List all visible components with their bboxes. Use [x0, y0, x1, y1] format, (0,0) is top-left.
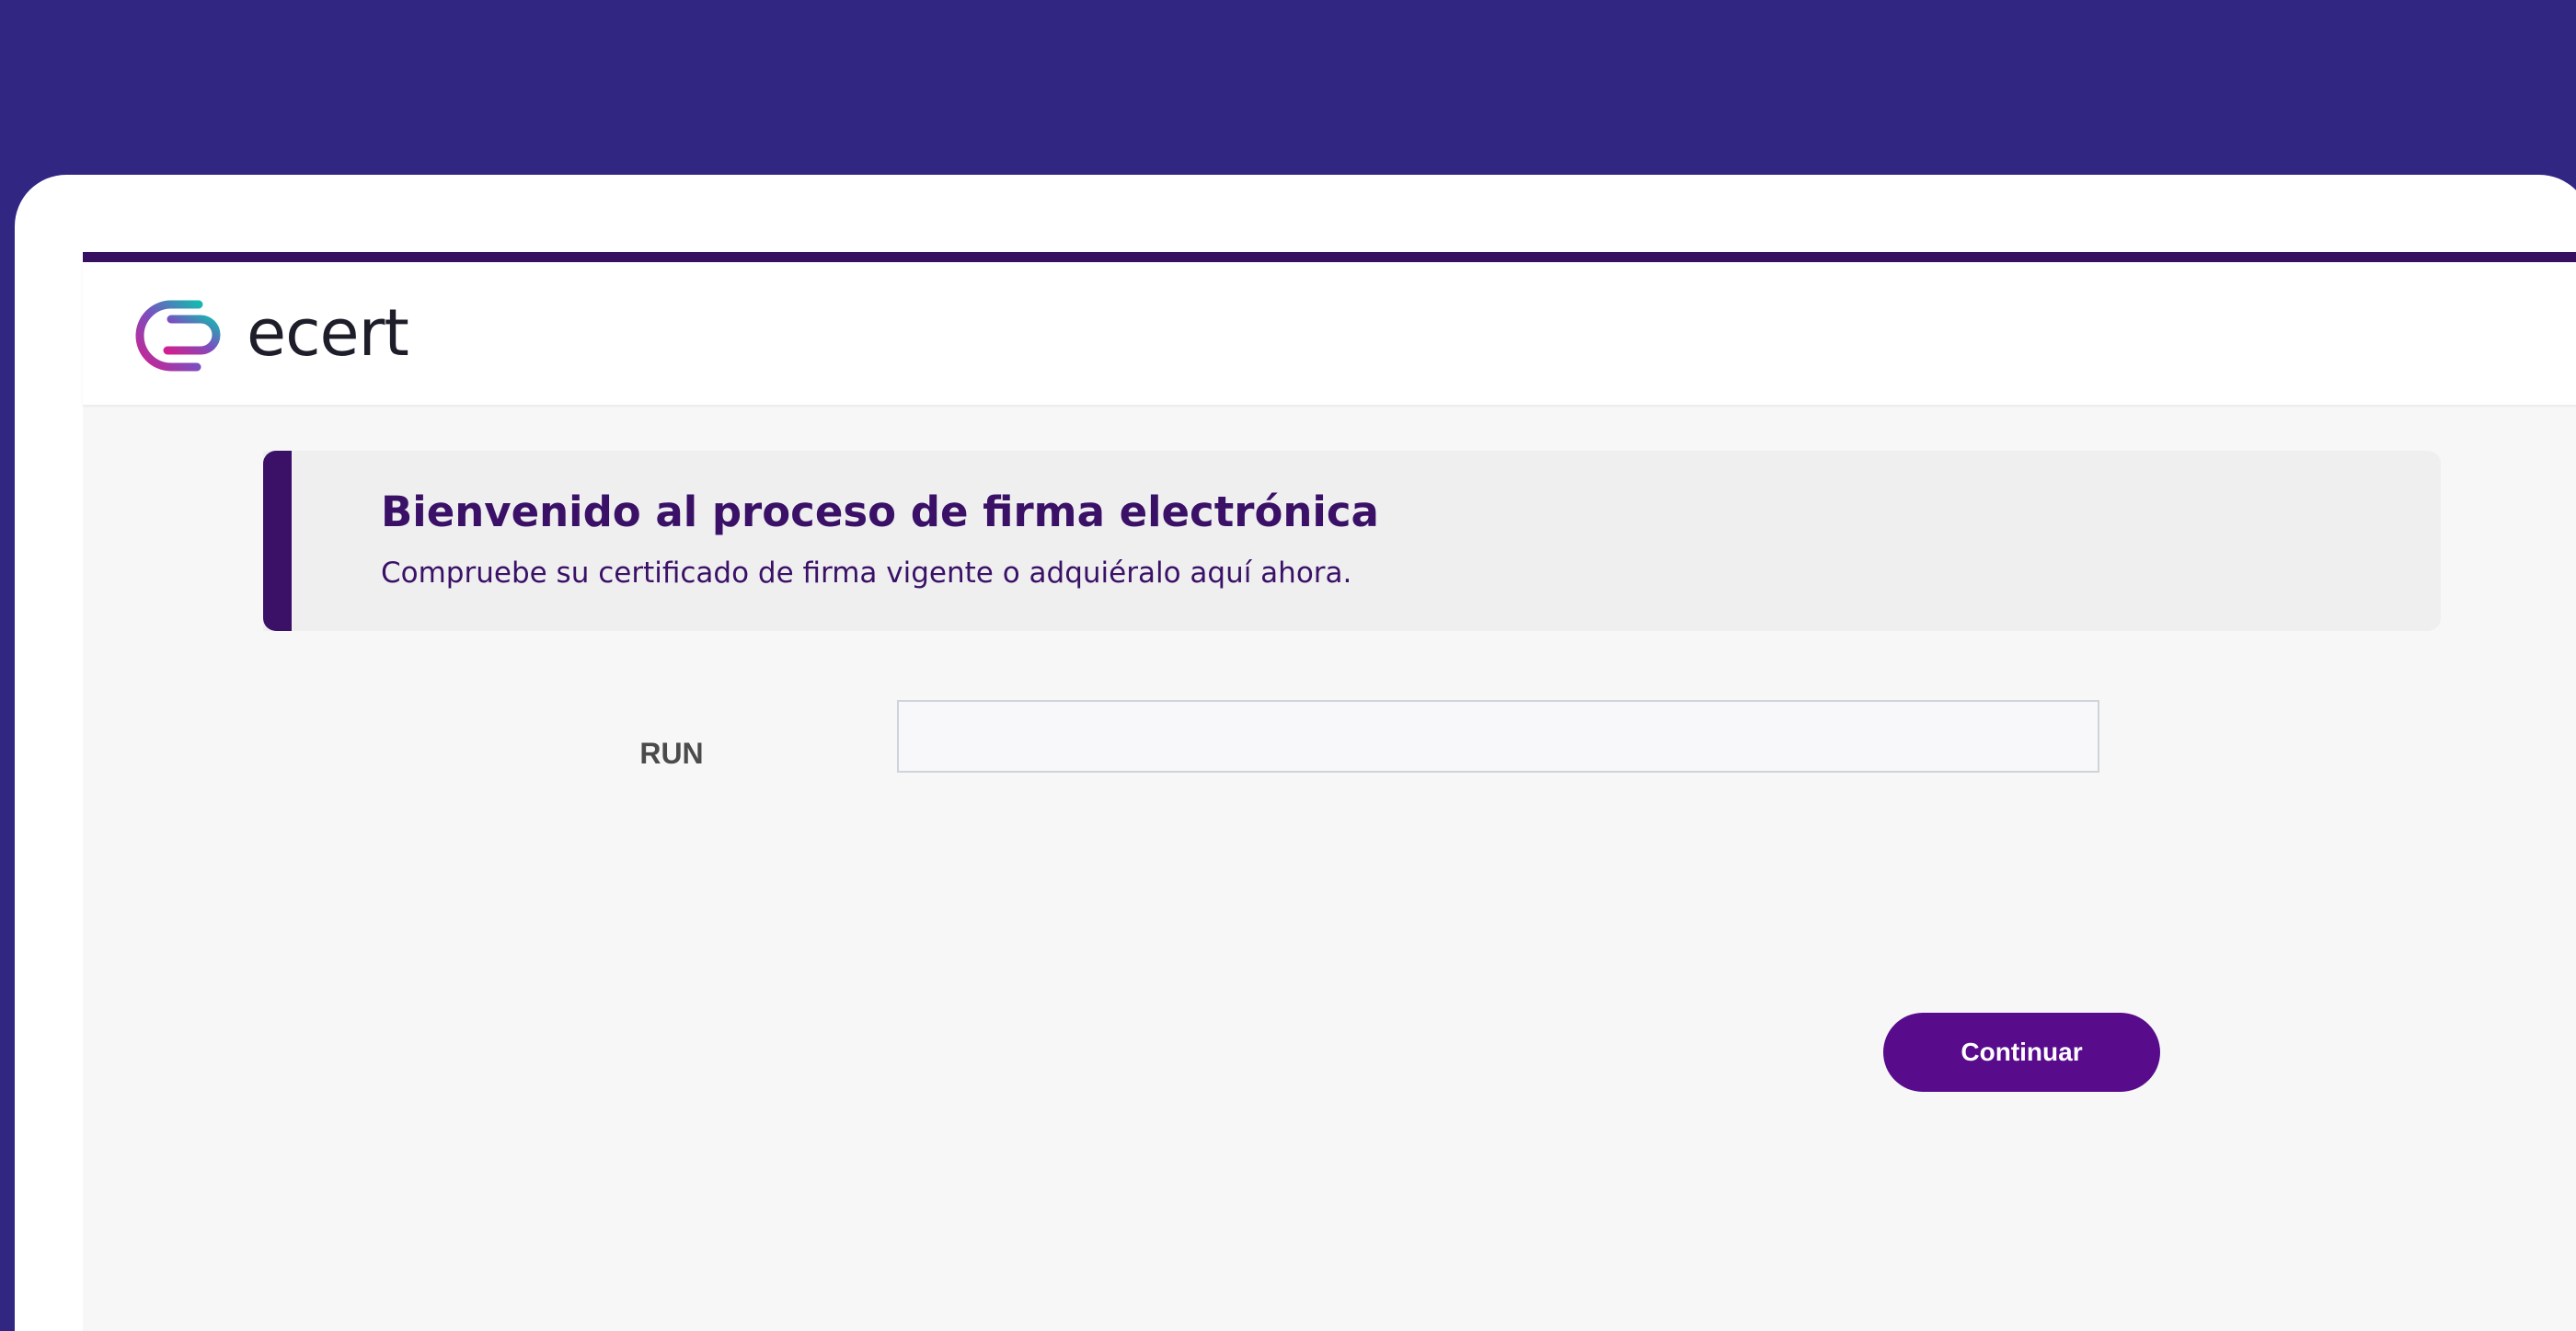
run-input[interactable]	[897, 700, 2099, 773]
welcome-title: Bienvenido al proceso de firma electróni…	[381, 488, 1379, 536]
continue-button[interactable]: Continuar	[1883, 1013, 2160, 1092]
app-container: ecert Bienvenido al proceso de firma ele…	[83, 252, 2576, 1331]
brand-logo[interactable]: ecert	[134, 286, 409, 387]
ecert-logo-icon	[135, 300, 221, 372]
site-header: ecert	[83, 262, 2576, 405]
browser-window: ecert Bienvenido al proceso de firma ele…	[15, 175, 2576, 1331]
banner-accent-bar	[263, 451, 292, 631]
page-background: { "brand": { "name": "ecert", "logo_icon…	[0, 0, 2576, 1331]
welcome-subtitle: Compruebe su certificado de firma vigent…	[381, 556, 1352, 590]
brand-name: ecert	[247, 295, 409, 371]
run-label: RUN	[639, 737, 704, 770]
welcome-banner: Bienvenido al proceso de firma electróni…	[263, 451, 2441, 631]
